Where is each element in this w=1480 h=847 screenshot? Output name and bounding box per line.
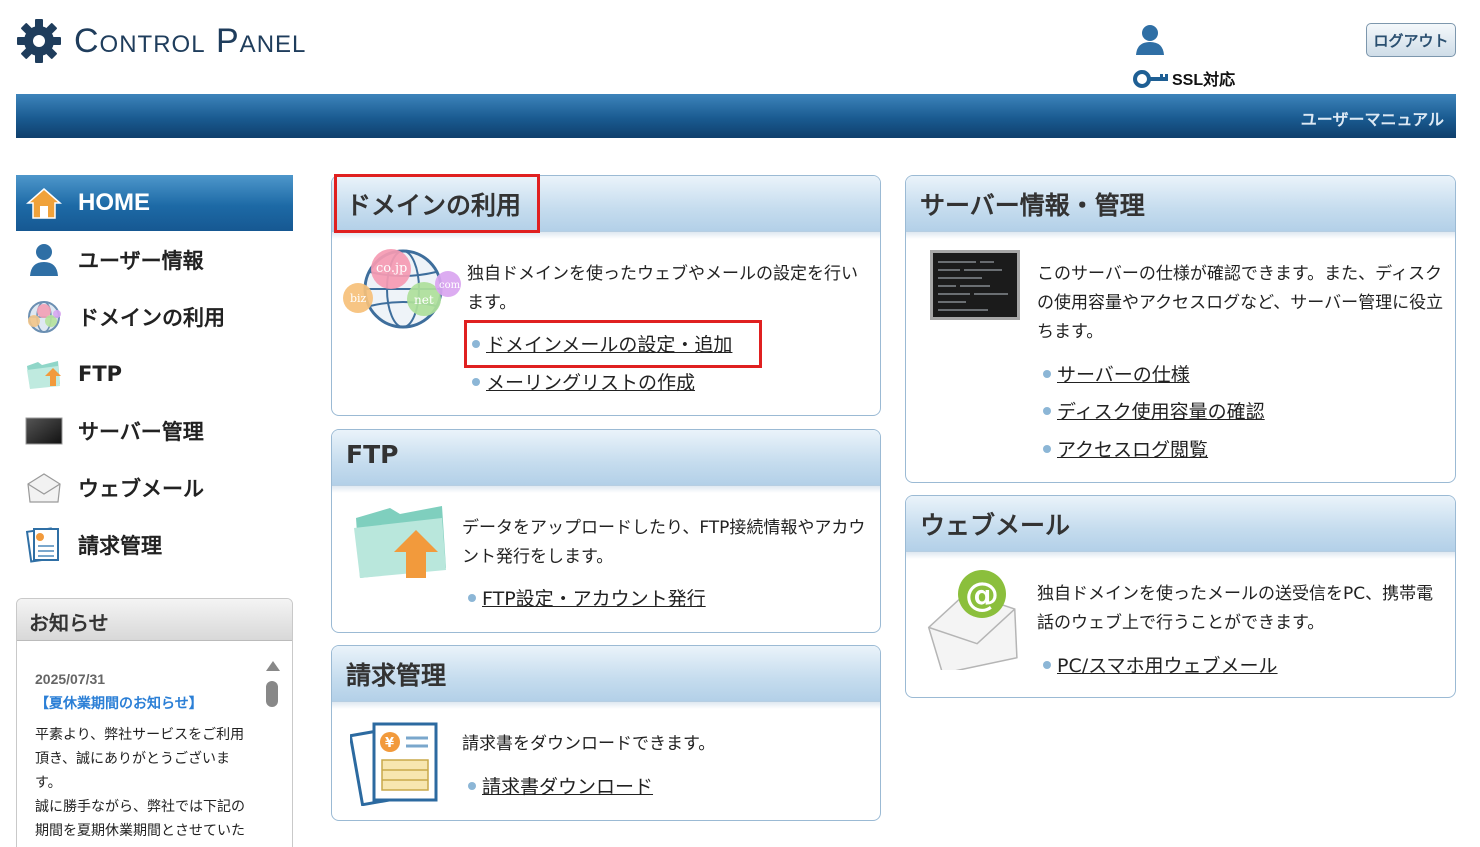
highlight-box [334, 174, 540, 233]
notice-text: 平素より、弊社サービスをご利用 頂き、誠にありがとうございま す。 誠に勝手なが… [35, 723, 258, 843]
globe-icon [28, 300, 61, 333]
notice-box: お知らせ 2025/07/31 【夏休業期間のお知らせ】 平素より、弊社サービス… [16, 598, 293, 847]
scroll-up-arrow[interactable] [266, 661, 280, 671]
notice-date: 2025/07/31 [35, 671, 106, 687]
user-manual-link[interactable]: ユーザーマニュアル [1301, 106, 1444, 130]
home-icon [26, 188, 62, 219]
notice-heading: お知らせ [17, 599, 292, 641]
sidebar-item-user-info[interactable]: ユーザー情報 [16, 231, 293, 288]
notice-line: 頂き、誠にありがとうございま [35, 751, 231, 767]
server-panel: サーバー情報・管理 このサーバーの仕様が確認できます。また、ディスクの使用容量や… [905, 175, 1456, 483]
panel-title: ウェブメール [920, 511, 1071, 540]
folder-upload-icon [354, 506, 446, 578]
sidebar-home-label: HOME [78, 189, 150, 216]
svg-text:co.jp: co.jp [376, 261, 407, 276]
panel-description: データをアップロードしたり、FTP接続情報やアカウント発行をします。 [462, 518, 866, 567]
webmail-link[interactable]: PC/スマホ用ウェブメール [1043, 651, 1278, 678]
panel-title: 請求管理 [346, 661, 447, 690]
sidebar-item-billing[interactable]: 請求管理 [16, 516, 293, 573]
scrollbar-thumb[interactable] [266, 681, 278, 707]
access-log-link[interactable]: アクセスログ閲覧 [1043, 435, 1208, 462]
invoice-download-link[interactable]: 請求書ダウンロード [468, 772, 653, 799]
panel-description: 請求書をダウンロードできます。 [462, 734, 716, 754]
ssl-badge: SSL対応 [1132, 66, 1235, 90]
sidebar-item-label: 請求管理 [78, 533, 162, 558]
ftp-panel: FTP データをアップロードしたり、FTP接続情報やアカウント発行をします。 F… [331, 429, 881, 633]
logout-button[interactable]: ログアウト [1366, 23, 1456, 57]
svg-text:net: net [414, 293, 434, 307]
folder-upload-icon [27, 360, 61, 389]
logo[interactable]: Control Panel [16, 18, 306, 64]
sidebar-item-label: ユーザー情報 [78, 248, 204, 273]
panel-description: 独自ドメインを使ったメールの送受信をPC、携帯電話のウェブ上で行うことができます… [1037, 584, 1434, 633]
sidebar-item-server[interactable]: サーバー管理 [16, 402, 293, 459]
webmail-panel: ウェブメール @ 独自ドメインを使ったメールの送受信をPC、携帯電話のウェブ上で… [905, 495, 1456, 698]
terminal-screen-icon [930, 250, 1020, 320]
logo-text: Control Panel [74, 21, 307, 60]
sidebar-item-label: ウェブメール [78, 476, 204, 501]
sidebar-item-ftp[interactable]: FTP [16, 345, 293, 402]
sidebar-item-domain[interactable]: ドメインの利用 [16, 288, 293, 345]
invoice-icon [26, 526, 59, 563]
server-spec-link[interactable]: サーバーの仕様 [1043, 360, 1190, 387]
svg-text:¥: ¥ [385, 736, 394, 751]
highlight-box [464, 320, 762, 368]
sidebar-item-label: ドメインの利用 [78, 305, 225, 330]
notice-line: す。 [35, 775, 62, 791]
notice-line: 期間を夏期休業期間とさせていた [35, 823, 245, 839]
billing-panel: 請求管理 ¥ 請求書をダウンロードできます。 請求書ダウンロード [331, 645, 881, 821]
notice-line: 平素より、弊社サービスをご利用 [35, 727, 245, 743]
invoice-icon: ¥ [350, 722, 438, 806]
ftp-settings-link[interactable]: FTP設定・アカウント発行 [468, 584, 706, 611]
notice-title-link[interactable]: 【夏休業期間のお知らせ】 [35, 693, 258, 713]
user-icon [30, 243, 58, 276]
mail-at-icon: @ [927, 570, 1018, 670]
gear-icon [17, 19, 61, 63]
sidebar-item-label: FTP [78, 361, 123, 386]
panel-title: サーバー情報・管理 [920, 191, 1145, 220]
svg-text:biz: biz [350, 292, 367, 305]
ssl-label: SSL対応 [1172, 72, 1236, 89]
panel-description: 独自ドメインを使ったウェブやメールの設定を行います。 [467, 264, 858, 313]
envelope-icon [27, 472, 61, 503]
key-icon [1133, 70, 1168, 88]
svg-text:com: com [439, 280, 461, 291]
monitor-icon [25, 417, 63, 444]
svg-text:@: @ [965, 575, 999, 615]
sidebar: HOME ユーザー情報 ドメインの利用 FTP サーバー管理 ウェブメール 請求… [16, 175, 293, 573]
sidebar-item-label: サーバー管理 [78, 419, 204, 444]
disk-usage-link[interactable]: ディスク使用容量の確認 [1043, 397, 1265, 424]
sidebar-item-home[interactable]: HOME [16, 175, 293, 231]
globe-icon: biz co.jp net com [343, 249, 461, 329]
panel-title: FTP [346, 440, 399, 469]
notice-line: 誠に勝手ながら、弊社では下記の [35, 799, 245, 815]
mailing-list-link[interactable]: メーリングリストの作成 [472, 368, 695, 395]
top-nav-bar: ユーザーマニュアル [16, 94, 1456, 138]
panel-description: このサーバーの仕様が確認できます。また、ディスクの使用容量やアクセスログなど、サ… [1037, 264, 1444, 342]
sidebar-item-webmail[interactable]: ウェブメール [16, 459, 293, 516]
user-icon [1136, 25, 1164, 55]
